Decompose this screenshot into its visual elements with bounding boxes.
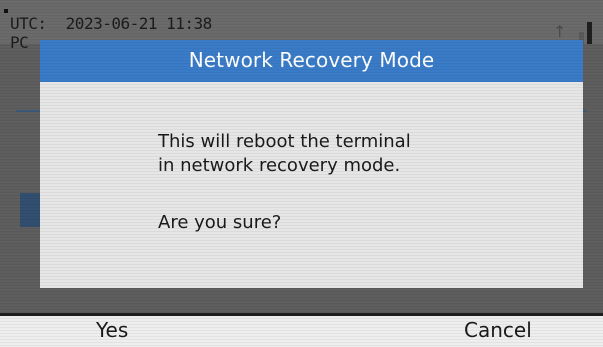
dialog-header: Network Recovery Mode bbox=[40, 40, 583, 82]
status-time: UTC: 2023-06-21 11:38 bbox=[10, 14, 212, 33]
status-indicator-dot bbox=[4, 9, 8, 13]
message-line-1: This will reboot the terminal bbox=[158, 131, 411, 152]
dialog-message: This will reboot the terminal in network… bbox=[158, 130, 558, 235]
confirmation-question: Are you sure? bbox=[158, 212, 282, 233]
utc-datetime: 2023-06-21 11:38 bbox=[65, 14, 213, 33]
message-spacer bbox=[158, 178, 558, 211]
message-line-2: in network recovery mode. bbox=[158, 155, 401, 176]
cancel-softkey[interactable]: Cancel bbox=[464, 318, 532, 342]
terminal-screen: UTC: 2023-06-21 11:38 PC ↑ Network Recov… bbox=[0, 0, 603, 347]
yes-softkey[interactable]: Yes bbox=[96, 318, 128, 342]
status-bar: UTC: 2023-06-21 11:38 PC ↑ bbox=[0, 0, 603, 52]
upload-arrow-icon: ↑ bbox=[553, 22, 567, 41]
utc-label: UTC: bbox=[10, 14, 47, 33]
softkey-bar: Yes Cancel bbox=[0, 316, 603, 347]
dialog-title: Network Recovery Mode bbox=[188, 48, 435, 72]
confirmation-dialog: Network Recovery Mode This will reboot t… bbox=[40, 40, 583, 288]
status-line-2: PC bbox=[10, 33, 29, 52]
signal-bar-tall bbox=[587, 22, 592, 44]
